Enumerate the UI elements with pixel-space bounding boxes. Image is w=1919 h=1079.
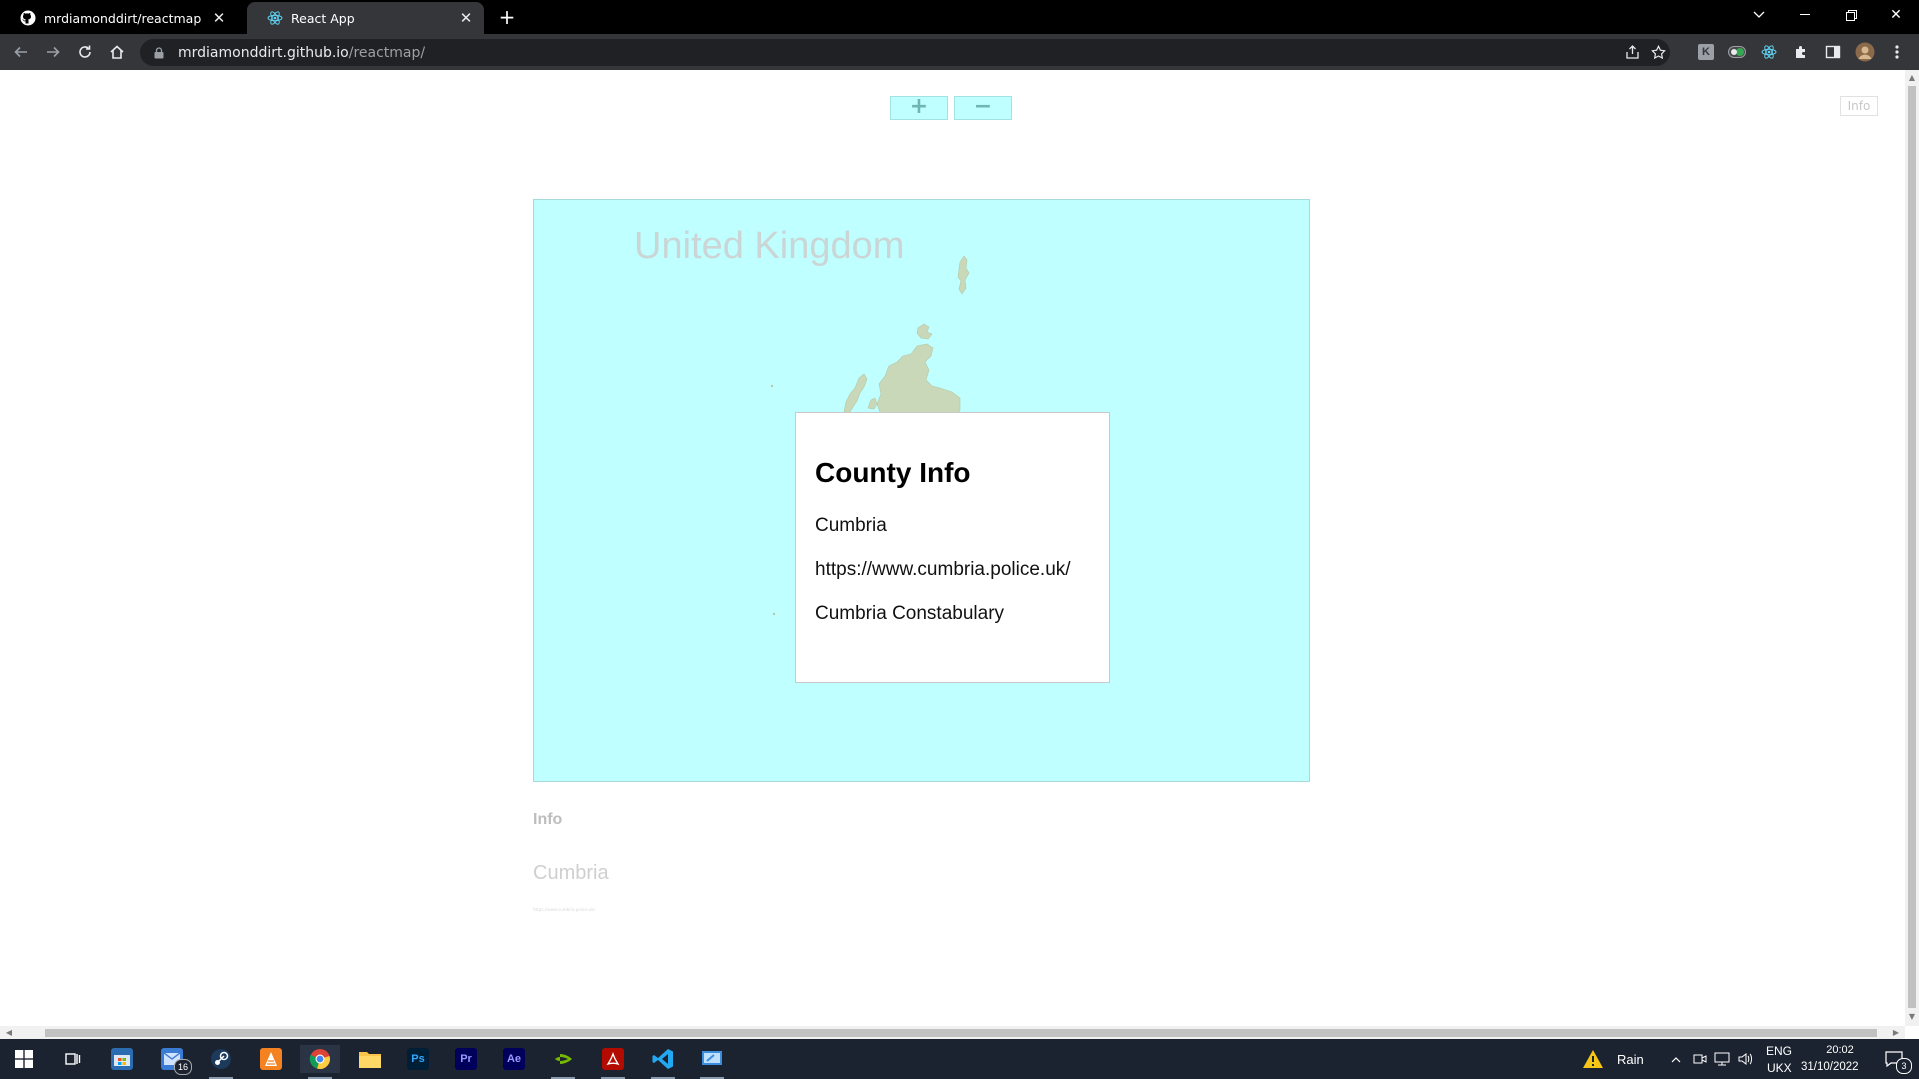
skye-shape [867,397,878,410]
keyboard-layout-label[interactable]: UKX [1767,1061,1792,1075]
nvidia-icon[interactable] [543,1045,583,1079]
acrobat-icon[interactable] [593,1045,633,1079]
url-path: /reactmap/ [348,44,426,61]
western-isles-shape [843,373,868,413]
forward-icon[interactable] [40,40,66,64]
info-toggle-button[interactable]: Info [1840,96,1878,116]
popup-county-name: Cumbria [815,515,887,536]
page-viewport: + − Info United Kingdom County Info Cumb… [0,70,1905,1026]
tab-title: mrdiamonddirt/reactmap [44,10,202,26]
vertical-scroll-thumb[interactable] [1908,86,1916,1008]
back-icon[interactable] [8,40,34,64]
clock-time[interactable]: 20:02 [1815,1044,1865,1056]
tab-search-icon[interactable] [1736,0,1782,30]
scroll-right-icon[interactable]: ▶ [1889,1026,1903,1039]
address-bar[interactable]: mrdiamonddirt.github.io/reactmap/ [140,39,1670,66]
lock-icon[interactable] [152,46,166,59]
scotland-shape [876,343,961,419]
island-dot [770,384,774,388]
weather-warning-icon[interactable] [1580,1045,1606,1073]
file-explorer-icon[interactable] [350,1045,390,1073]
tab-title: React App [291,10,355,26]
react-icon [267,10,283,26]
side-panel-icon[interactable] [1823,42,1843,62]
notifications-icon[interactable]: 3 [1874,1045,1914,1074]
uk-map[interactable]: United Kingdom County Info Cumbria https… [533,199,1310,782]
mail-icon[interactable]: 16 [152,1045,192,1075]
url-host: mrdiamonddirt.github.io [178,44,349,61]
zoom-out-button[interactable]: − [954,96,1012,120]
clock-date[interactable]: 31/10/2022 [1801,1061,1859,1073]
notification-count-badge: 3 [1896,1058,1912,1074]
new-tab-icon[interactable]: + [495,5,519,29]
task-view-icon[interactable] [52,1045,92,1073]
steam-icon[interactable] [201,1045,241,1079]
remote-desktop-icon[interactable] [692,1045,732,1079]
island-dot [772,612,776,616]
chrome-taskbar-icon[interactable] [300,1045,340,1079]
windows-start-icon[interactable] [4,1045,44,1073]
map-title: United Kingdom [634,225,905,267]
mail-badge: 16 [174,1059,192,1075]
menu-kebab-icon[interactable] [1887,42,1907,62]
vscode-icon[interactable] [643,1045,683,1079]
scroll-left-icon[interactable]: ◀ [2,1026,16,1039]
photoshop-icon[interactable]: Ps [398,1045,438,1073]
popup-police-force: Cumbria Constabulary [815,603,1005,624]
horizontal-scrollbar[interactable]: ◀ ▶ [0,1026,1905,1039]
home-icon[interactable] [104,40,130,64]
windows-taskbar: 16 Ps Pr Ae Rain ENG UKX 20:02 31/10/202… [0,1039,1919,1079]
county-info-popup: County Info Cumbria https://www.cumbria.… [795,412,1110,683]
extensions-puzzle-icon[interactable] [1791,42,1811,62]
scroll-up-icon[interactable]: ▲ [1905,71,1919,85]
weather-label[interactable]: Rain [1617,1052,1644,1067]
shetland-shape [957,255,970,295]
popup-heading: County Info [815,457,971,488]
extension-k-icon[interactable]: K [1696,42,1716,62]
info-panel-url[interactable]: https://www.cumbria.police.uk/ [533,907,595,912]
volume-icon[interactable] [1736,1045,1756,1073]
profile-avatar[interactable] [1855,42,1875,62]
share-icon[interactable] [1620,39,1644,66]
browser-toolbar: mrdiamonddirt.github.io/reactmap/ K [0,34,1919,70]
minimize-icon[interactable] [1782,0,1828,30]
vlc-icon[interactable] [251,1045,291,1073]
react-devtools-icon[interactable] [1759,42,1779,62]
scroll-down-icon[interactable]: ▼ [1905,1010,1919,1024]
info-panel-heading: Info [533,811,563,828]
premiere-pro-icon[interactable]: Pr [446,1045,486,1073]
close-icon[interactable]: ✕ [211,9,227,27]
popup-website[interactable]: https://www.cumbria.police.uk/ [815,559,1091,581]
microsoft-store-icon[interactable] [102,1045,142,1073]
reload-icon[interactable] [72,40,98,64]
tab-react-app[interactable]: React App ✕ [247,2,484,34]
close-window-icon[interactable]: ✕ [1873,0,1919,30]
orkney-shape [916,323,933,340]
network-icon[interactable] [1712,1045,1732,1073]
horizontal-scroll-thumb[interactable] [45,1029,1877,1037]
zoom-in-button[interactable]: + [890,96,948,120]
meet-now-icon[interactable] [1690,1045,1710,1073]
extension-toggle-icon[interactable] [1727,42,1747,62]
language-label[interactable]: ENG [1766,1044,1792,1058]
github-icon [20,10,36,26]
tab-strip: mrdiamonddirt/reactmap ✕ React App ✕ + ✕ [0,0,1919,34]
tab-github[interactable]: mrdiamonddirt/reactmap ✕ [0,2,237,34]
chevron-up-icon[interactable] [1667,1045,1685,1073]
info-panel-county: Cumbria [533,862,609,884]
vertical-scrollbar[interactable]: ▲ ▼ [1905,70,1919,1026]
restore-icon[interactable] [1828,0,1874,30]
close-icon[interactable]: ✕ [458,9,474,27]
bookmark-star-icon[interactable] [1646,39,1670,66]
after-effects-icon[interactable]: Ae [494,1045,534,1073]
